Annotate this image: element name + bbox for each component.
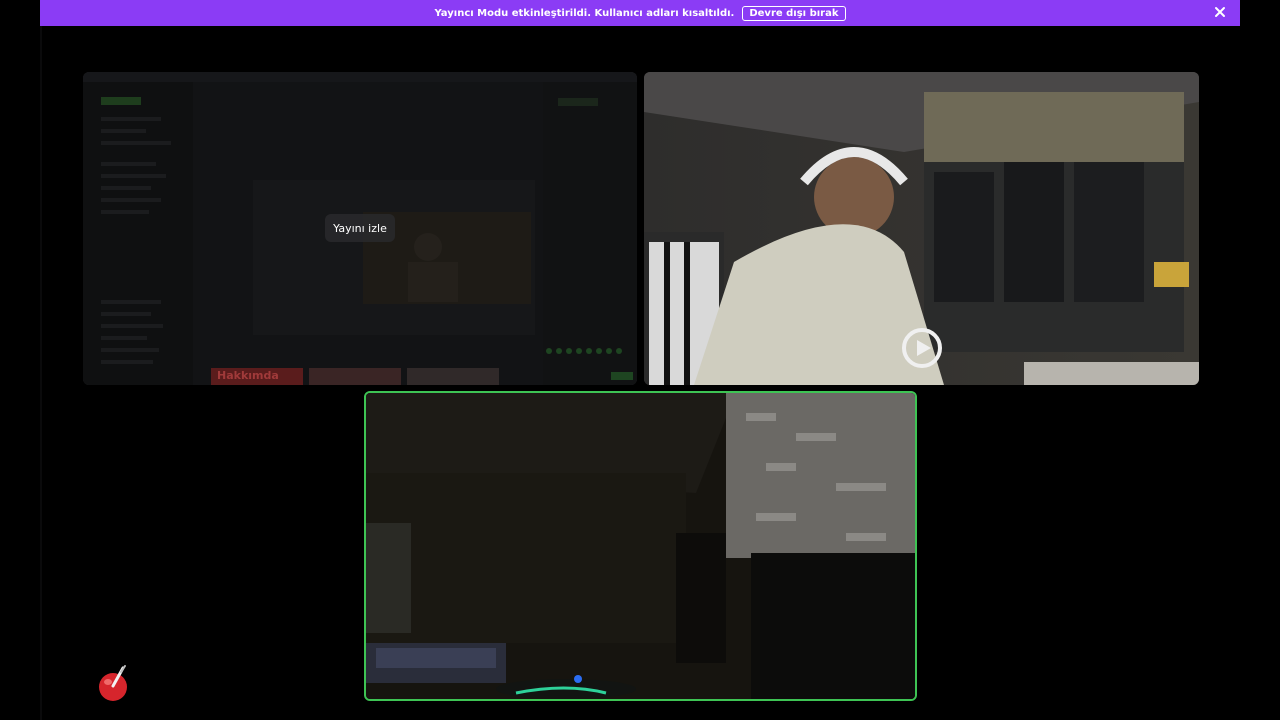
app-logo-icon — [99, 665, 127, 701]
close-icon[interactable] — [1212, 4, 1228, 20]
sidebar-edge — [40, 26, 42, 720]
camera-2-video — [366, 393, 915, 699]
streamer-mode-banner: Yayıncı Modu etkinleştirildi. Kullanıcı … — [40, 0, 1240, 26]
disable-streamer-mode-button[interactable]: Devre dışı bırak — [742, 5, 846, 21]
camera-stream-1[interactable] — [644, 72, 1199, 385]
streamer-mode-message: Yayıncı Modu etkinleştirildi. Kullanıcı … — [434, 7, 735, 19]
elgato-icon — [902, 328, 942, 368]
camera-stream-2[interactable] — [364, 391, 917, 701]
screen-share-overlay-text: Hakkımda — [217, 369, 279, 382]
watch-stream-button[interactable]: Yayını izle — [325, 214, 395, 242]
